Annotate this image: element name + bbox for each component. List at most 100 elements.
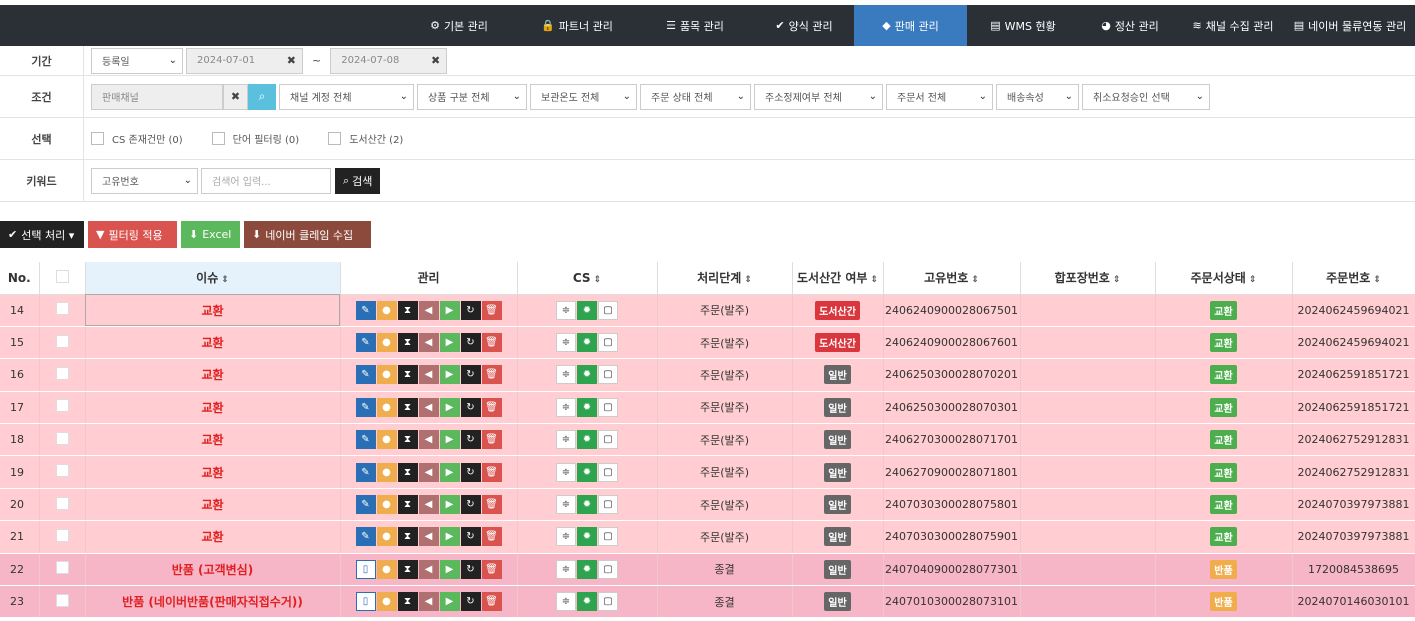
- gear-icon[interactable]: ✹: [577, 430, 597, 450]
- trash-icon[interactable]: 🗑: [481, 300, 502, 320]
- right-circle-icon[interactable]: ▶: [439, 495, 460, 515]
- sliders-icon[interactable]: ≑: [556, 495, 576, 515]
- column-header-6[interactable]: 도서산간 여부 ⇕: [792, 262, 884, 295]
- table-row[interactable]: 21 교환 ✎ ● ⧗ ◀ ▶ ↻ 🗑 ≑ ✹ ▢ 주문(발주) 일반 240703030002807590…: [0, 520, 1415, 554]
- gear-icon[interactable]: ✹: [577, 462, 597, 482]
- table-row[interactable]: 17 교환 ✎ ● ⧗ ◀ ▶ ↻ 🗑 ≑ ✹ ▢ 주문(발주) 일반 240625030002807030…: [0, 391, 1415, 425]
- hourglass-icon[interactable]: ⧗: [397, 300, 418, 320]
- hourglass-icon[interactable]: ⧗: [397, 333, 418, 353]
- note-icon[interactable]: ▢: [598, 333, 618, 353]
- sliders-icon[interactable]: ≑: [556, 333, 576, 353]
- table-row[interactable]: 23 반품 (네이버반품(판매자직접수거)) ▯ ● ⧗ ◀ ▶ ↻ 🗑 ≑ ✹ ▢ 종결 일반 24070…: [0, 585, 1415, 619]
- edit-icon[interactable]: ✎: [355, 333, 376, 353]
- action-button-3[interactable]: ⬇ 네이버 클레임 수집: [244, 221, 371, 248]
- column-header-8[interactable]: 합포장번호 ⇕: [1020, 262, 1156, 295]
- column-header-5[interactable]: 처리단계 ⇕: [657, 262, 793, 295]
- sort-icon[interactable]: ⇕: [1113, 275, 1121, 285]
- refresh-icon[interactable]: ↻: [460, 559, 481, 579]
- refresh-icon[interactable]: ↻: [460, 527, 481, 547]
- refresh-icon[interactable]: ↻: [460, 397, 481, 417]
- left-circle-icon[interactable]: ◀: [418, 430, 439, 450]
- action-button-1[interactable]: ▼ 필터링 적용: [88, 221, 177, 248]
- checkbox[interactable]: [91, 132, 104, 145]
- nav-item-4[interactable]: ◆ 판매 관리: [854, 5, 967, 46]
- gear-icon[interactable]: ✹: [577, 527, 597, 547]
- table-row[interactable]: 19 교환 ✎ ● ⧗ ◀ ▶ ↻ 🗑 ≑ ✹ ▢ 주문(발주) 일반 240627090002807180…: [0, 455, 1415, 489]
- hourglass-icon[interactable]: ⧗: [397, 527, 418, 547]
- right-circle-icon[interactable]: ▶: [439, 333, 460, 353]
- sliders-icon[interactable]: ≑: [556, 397, 576, 417]
- condition-select-7[interactable]: 취소요청승인 선택 ⌄: [1082, 83, 1210, 110]
- gear-icon[interactable]: ✹: [577, 495, 597, 515]
- gear-icon[interactable]: ✹: [577, 365, 597, 385]
- edit-icon[interactable]: ✎: [355, 365, 376, 385]
- channel-search-button[interactable]: ⌕: [248, 83, 276, 110]
- left-circle-icon[interactable]: ◀: [418, 495, 439, 515]
- column-header-7[interactable]: 고유번호 ⇕: [883, 262, 1021, 295]
- edit-icon[interactable]: ✎: [355, 527, 376, 547]
- left-circle-icon[interactable]: ◀: [418, 365, 439, 385]
- issue-cell[interactable]: 교환: [85, 423, 341, 457]
- trash-icon[interactable]: 🗑: [481, 527, 502, 547]
- left-circle-icon[interactable]: ◀: [418, 462, 439, 482]
- clear-icon[interactable]: ✖: [287, 54, 296, 67]
- row-checkbox[interactable]: [55, 464, 69, 478]
- gear-icon[interactable]: ✹: [577, 592, 597, 612]
- column-header-4[interactable]: CS ⇕: [517, 262, 658, 295]
- keyword-input[interactable]: 검색어 입력...: [201, 167, 331, 194]
- column-header-9[interactable]: 주문서상태 ⇕: [1155, 262, 1293, 295]
- sort-icon[interactable]: ⇕: [744, 275, 752, 285]
- trash-icon[interactable]: 🗑: [481, 592, 502, 612]
- channel-input[interactable]: 판매채널: [91, 83, 223, 110]
- trash-icon[interactable]: 🗑: [481, 333, 502, 353]
- checkbox[interactable]: [211, 132, 225, 145]
- action-button-0[interactable]: ✔ 선택 처리 ▾: [0, 221, 84, 248]
- issue-cell[interactable]: 반품 (네이버반품(판매자직접수거)): [85, 585, 341, 619]
- issue-cell[interactable]: 교환: [85, 294, 341, 327]
- gear-icon[interactable]: ✹: [577, 397, 597, 417]
- nav-item-0[interactable]: ⚙ 기본 관리: [400, 5, 518, 46]
- trash-icon[interactable]: 🗑: [481, 559, 502, 579]
- note-icon[interactable]: ▢: [598, 495, 618, 515]
- trash-icon[interactable]: 🗑: [481, 430, 502, 450]
- issue-cell[interactable]: 교환: [85, 358, 341, 392]
- date-type-select[interactable]: 등록일 ⌄: [91, 47, 183, 74]
- issue-cell[interactable]: 교환: [85, 520, 341, 554]
- filter-checkbox-2[interactable]: 도서산간 (2): [328, 131, 403, 146]
- right-circle-icon[interactable]: ▶: [439, 462, 460, 482]
- filter-checkbox-0[interactable]: CS 존재건만 (0): [91, 131, 183, 146]
- issue-cell[interactable]: 교환: [85, 455, 341, 489]
- sort-icon[interactable]: ⇕: [594, 275, 602, 285]
- table-row[interactable]: 20 교환 ✎ ● ⧗ ◀ ▶ ↻ 🗑 ≑ ✹ ▢ 주문(발주) 일반 240703030002807580…: [0, 488, 1415, 522]
- action-button-2[interactable]: ⬇ Excel: [181, 221, 240, 248]
- row-checkbox[interactable]: [55, 399, 69, 413]
- left-circle-icon[interactable]: ◀: [418, 333, 439, 353]
- table-row[interactable]: 15 교환 ✎ ● ⧗ ◀ ▶ ↻ 🗑 ≑ ✹ ▢ 주문(발주) 도서산간 2406240900028067…: [0, 326, 1415, 360]
- nav-item-5[interactable]: ▤ WMS 현황: [967, 5, 1079, 46]
- nav-item-1[interactable]: 🔒 파트너 관리: [518, 5, 636, 46]
- refresh-icon[interactable]: ↻: [460, 592, 481, 612]
- dot-icon[interactable]: ●: [376, 592, 397, 612]
- nav-item-8[interactable]: ▤ 네이버 물류연동 관리: [1285, 5, 1415, 46]
- sliders-icon[interactable]: ≑: [556, 365, 576, 385]
- gear-icon[interactable]: ✹: [577, 333, 597, 353]
- sliders-icon[interactable]: ≑: [556, 300, 576, 320]
- dot-icon[interactable]: ●: [376, 397, 397, 417]
- condition-select-4[interactable]: 주소정제여부 전체 ⌄: [754, 83, 883, 110]
- right-circle-icon[interactable]: ▶: [439, 430, 460, 450]
- table-row[interactable]: 22 반품 (고객변심) ▯ ● ⧗ ◀ ▶ ↻ 🗑 ≑ ✹ ▢ 종결 일반 240704090002807…: [0, 553, 1415, 587]
- right-circle-icon[interactable]: ▶: [439, 397, 460, 417]
- end-date-input[interactable]: 2024-07-08 ✖: [330, 47, 448, 74]
- note-icon[interactable]: ▢: [598, 300, 618, 320]
- edit-icon[interactable]: ✎: [355, 462, 376, 482]
- filter-checkbox-1[interactable]: 단어 필터링 (0): [211, 131, 299, 146]
- left-circle-icon[interactable]: ◀: [418, 300, 439, 320]
- dot-icon[interactable]: ●: [376, 430, 397, 450]
- document-icon[interactable]: ▯: [355, 559, 376, 579]
- refresh-icon[interactable]: ↻: [460, 495, 481, 515]
- right-circle-icon[interactable]: ▶: [439, 365, 460, 385]
- select-all-checkbox[interactable]: [55, 269, 69, 283]
- hourglass-icon[interactable]: ⧗: [397, 365, 418, 385]
- hourglass-icon[interactable]: ⧗: [397, 430, 418, 450]
- sliders-icon[interactable]: ≑: [556, 462, 576, 482]
